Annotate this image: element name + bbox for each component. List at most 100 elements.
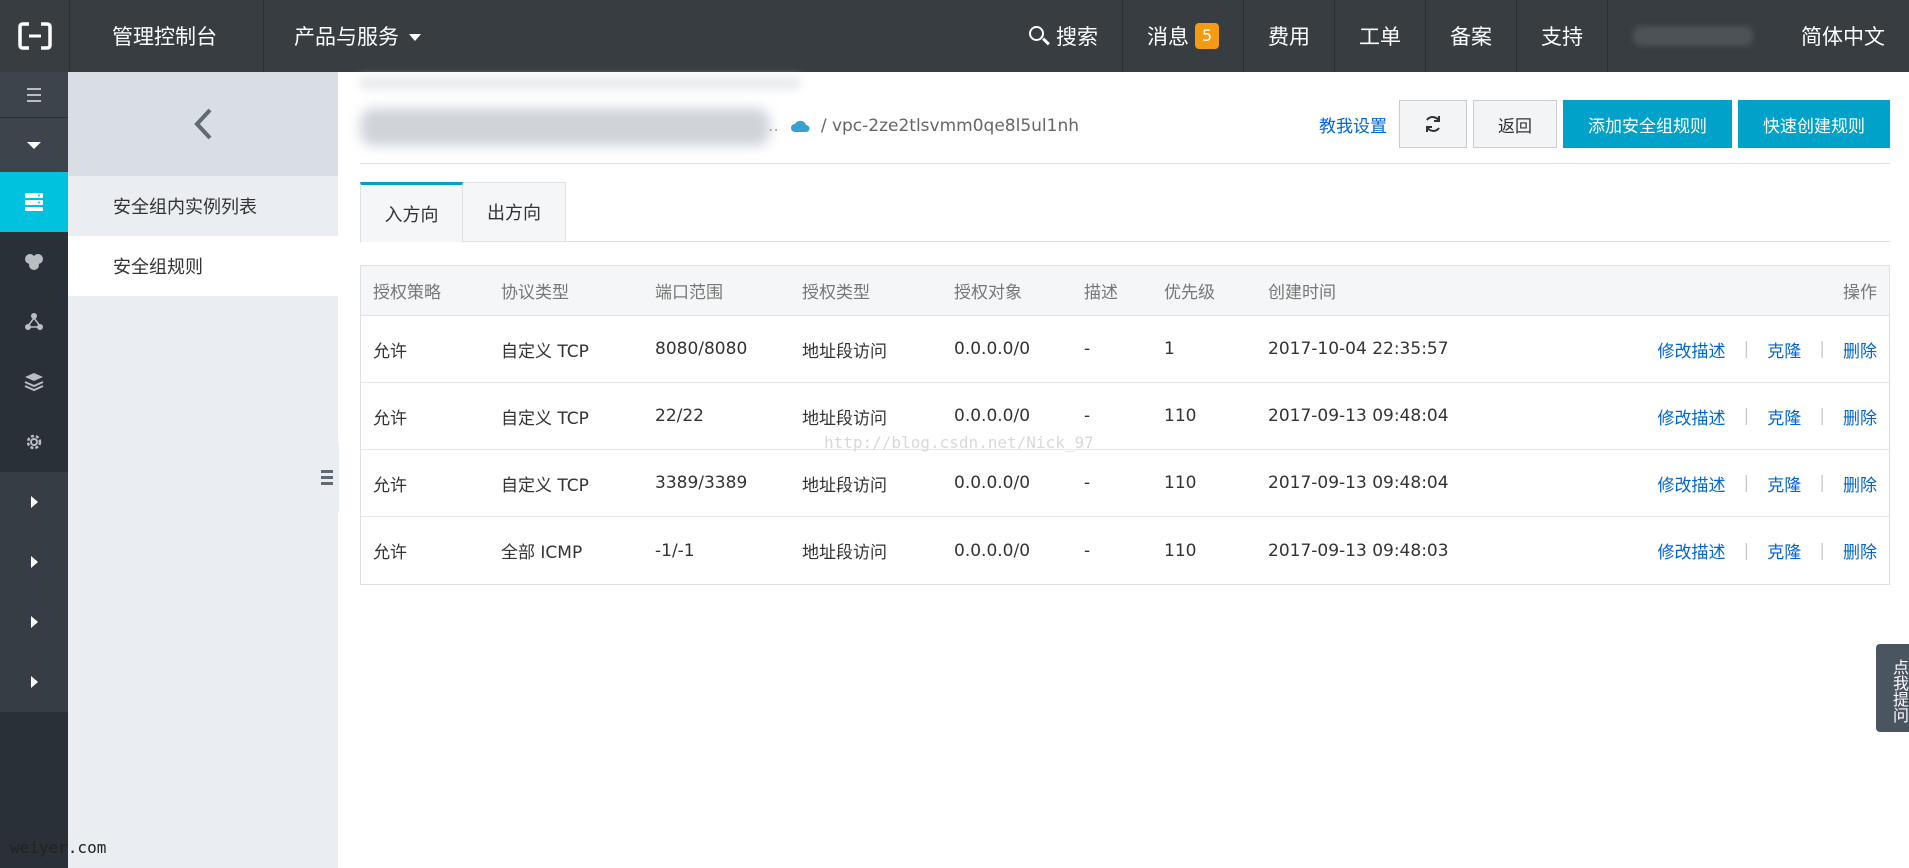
delete-link[interactable]: 删除 (1843, 337, 1877, 362)
search-button[interactable]: 搜索 (1004, 0, 1122, 72)
direction-tabs: 入方向 出方向 (360, 182, 1890, 243)
menu-toggle-button[interactable] (0, 72, 68, 118)
sidebar-item-cloud[interactable] (0, 232, 68, 292)
security-rules-table: 授权策略 协议类型 端口范围 授权类型 授权对象 描述 优先级 创建时间 操作 … (360, 265, 1890, 585)
edit-description-link[interactable]: 修改描述 (1658, 538, 1726, 563)
column-header: 授权对象 (954, 283, 1022, 303)
caret-right-icon (30, 496, 38, 508)
delete-link[interactable]: 删除 (1843, 471, 1877, 496)
cell-protocol: 全部 ICMP (501, 543, 583, 563)
cell-port-range: -1/-1 (655, 540, 695, 561)
cell-policy: 允许 (373, 475, 407, 496)
cell-policy: 允许 (373, 543, 407, 563)
add-security-rule-button[interactable]: 添加安全组规则 (1563, 100, 1732, 148)
sidebar-expand-item-3[interactable] (0, 592, 68, 652)
sidebar-expand-item-4[interactable] (0, 652, 68, 712)
delete-link[interactable]: 删除 (1843, 404, 1877, 429)
separator: | (1743, 473, 1750, 493)
refresh-button[interactable] (1399, 100, 1467, 148)
caret-right-icon (30, 556, 38, 568)
clone-link[interactable]: 克隆 (1767, 471, 1801, 496)
tab-inbound[interactable]: 入方向 (360, 182, 463, 243)
messages-button[interactable]: 消息 5 (1122, 0, 1243, 72)
layers-icon (24, 373, 44, 392)
console-link[interactable]: 管理控制台 (70, 0, 264, 72)
list-icon (321, 467, 333, 488)
chevron-down-icon (409, 34, 421, 41)
tickets-link[interactable]: 工单 (1334, 0, 1425, 72)
back-return-button[interactable]: 返回 (1473, 100, 1557, 148)
product-icon-sidebar (0, 72, 68, 868)
language-switch[interactable]: 简体中文 (1777, 0, 1909, 72)
sidebar-item-settings[interactable] (0, 412, 68, 472)
messages-count-badge: 5 (1195, 23, 1219, 49)
clone-link[interactable]: 克隆 (1767, 538, 1801, 563)
cell-port-range: 3389/3389 (655, 473, 748, 493)
table-row: 允许 自定义 TCP 8080/8080 地址段访问 0.0.0.0/0 - 1… (361, 316, 1889, 383)
products-label: 产品与服务 (294, 25, 399, 49)
sidebar-item-ecs[interactable] (0, 172, 68, 232)
sidebar-item-security-rules[interactable]: 安全组规则 (68, 236, 338, 296)
cell-priority: 110 (1164, 406, 1197, 426)
page-header: .. / vpc-2ze2tlsvmm0qe8l5ul1nh 教我设置 返回 添… (360, 78, 1890, 164)
tab-outbound[interactable]: 出方向 (463, 182, 566, 242)
products-services-menu[interactable]: 产品与服务 (264, 0, 421, 72)
cell-priority: 110 (1164, 540, 1197, 561)
aliyun-logo-icon[interactable] (0, 0, 70, 72)
blurred-breadcrumb (360, 78, 800, 88)
edit-description-link[interactable]: 修改描述 (1658, 337, 1726, 362)
cell-protocol: 自定义 TCP (501, 408, 589, 429)
clone-link[interactable]: 克隆 (1767, 337, 1801, 362)
search-icon (1028, 25, 1050, 47)
sidebar-item-instance-list[interactable]: 安全组内实例列表 (68, 176, 338, 236)
blurred-page-title (360, 108, 770, 146)
clone-link[interactable]: 克隆 (1767, 404, 1801, 429)
feedback-button[interactable]: 点我提问 (1876, 644, 1909, 732)
edit-description-link[interactable]: 修改描述 (1658, 471, 1726, 496)
messages-label: 消息 (1147, 25, 1189, 49)
logo-bracket-icon (17, 22, 52, 50)
quick-create-rule-button[interactable]: 快速创建规则 (1738, 100, 1890, 148)
cell-auth-object: 0.0.0.0/0 (954, 540, 1031, 561)
sidebar-collapse-button[interactable] (0, 118, 68, 172)
sidebar-item-network[interactable] (0, 292, 68, 352)
sidebar-expand-item-2[interactable] (0, 532, 68, 592)
cell-auth-type: 地址段访问 (802, 475, 887, 496)
refresh-icon (1426, 116, 1440, 132)
column-header: 操作 (1843, 283, 1877, 303)
icp-filing-link[interactable]: 备案 (1425, 0, 1516, 72)
cell-description: - (1084, 540, 1091, 561)
cell-created-time: 2017-09-13 09:48:04 (1268, 473, 1449, 493)
sidebar-expand-item-1[interactable] (0, 472, 68, 532)
cell-description: - (1084, 473, 1091, 493)
sidebar-item-storage[interactable] (0, 352, 68, 412)
cell-auth-object: 0.0.0.0/0 (954, 339, 1031, 359)
column-header: 授权策略 (373, 283, 441, 303)
cell-protocol: 自定义 TCP (501, 341, 589, 362)
help-setup-link[interactable]: 教我设置 (1319, 112, 1387, 137)
server-icon (25, 193, 43, 211)
search-label: 搜索 (1056, 25, 1098, 49)
support-link[interactable]: 支持 (1516, 0, 1607, 72)
main-content: .. / vpc-2ze2tlsvmm0qe8l5ul1nh 教我设置 返回 添… (338, 72, 1909, 868)
table-row: 允许 自定义 TCP 3389/3389 地址段访问 0.0.0.0/0 - 1… (361, 450, 1889, 517)
column-header: 授权类型 (802, 283, 870, 303)
billing-link[interactable]: 费用 (1243, 0, 1334, 72)
edit-description-link[interactable]: 修改描述 (1658, 404, 1726, 429)
user-account-blurred[interactable] (1607, 0, 1777, 72)
table-row: 允许 全部 ICMP -1/-1 地址段访问 0.0.0.0/0 - 110 2… (361, 517, 1889, 584)
separator: | (1819, 473, 1825, 493)
sidebar-toggle-handle[interactable] (315, 442, 339, 512)
delete-link[interactable]: 删除 (1843, 538, 1877, 563)
vpc-cloud-icon (790, 120, 810, 132)
cell-created-time: 2017-09-13 09:48:03 (1268, 540, 1449, 561)
separator: | (1819, 339, 1825, 359)
vpc-id[interactable]: / vpc-2ze2tlsvmm0qe8l5ul1nh (821, 116, 1079, 136)
cell-created-time: 2017-10-04 22:35:57 (1268, 339, 1449, 359)
cell-policy: 允许 (373, 341, 407, 362)
cell-auth-type: 地址段访问 (802, 543, 887, 563)
back-button[interactable] (68, 72, 338, 176)
cell-description: - (1084, 406, 1091, 426)
column-header: 创建时间 (1268, 283, 1336, 303)
cell-priority: 110 (1164, 473, 1197, 493)
